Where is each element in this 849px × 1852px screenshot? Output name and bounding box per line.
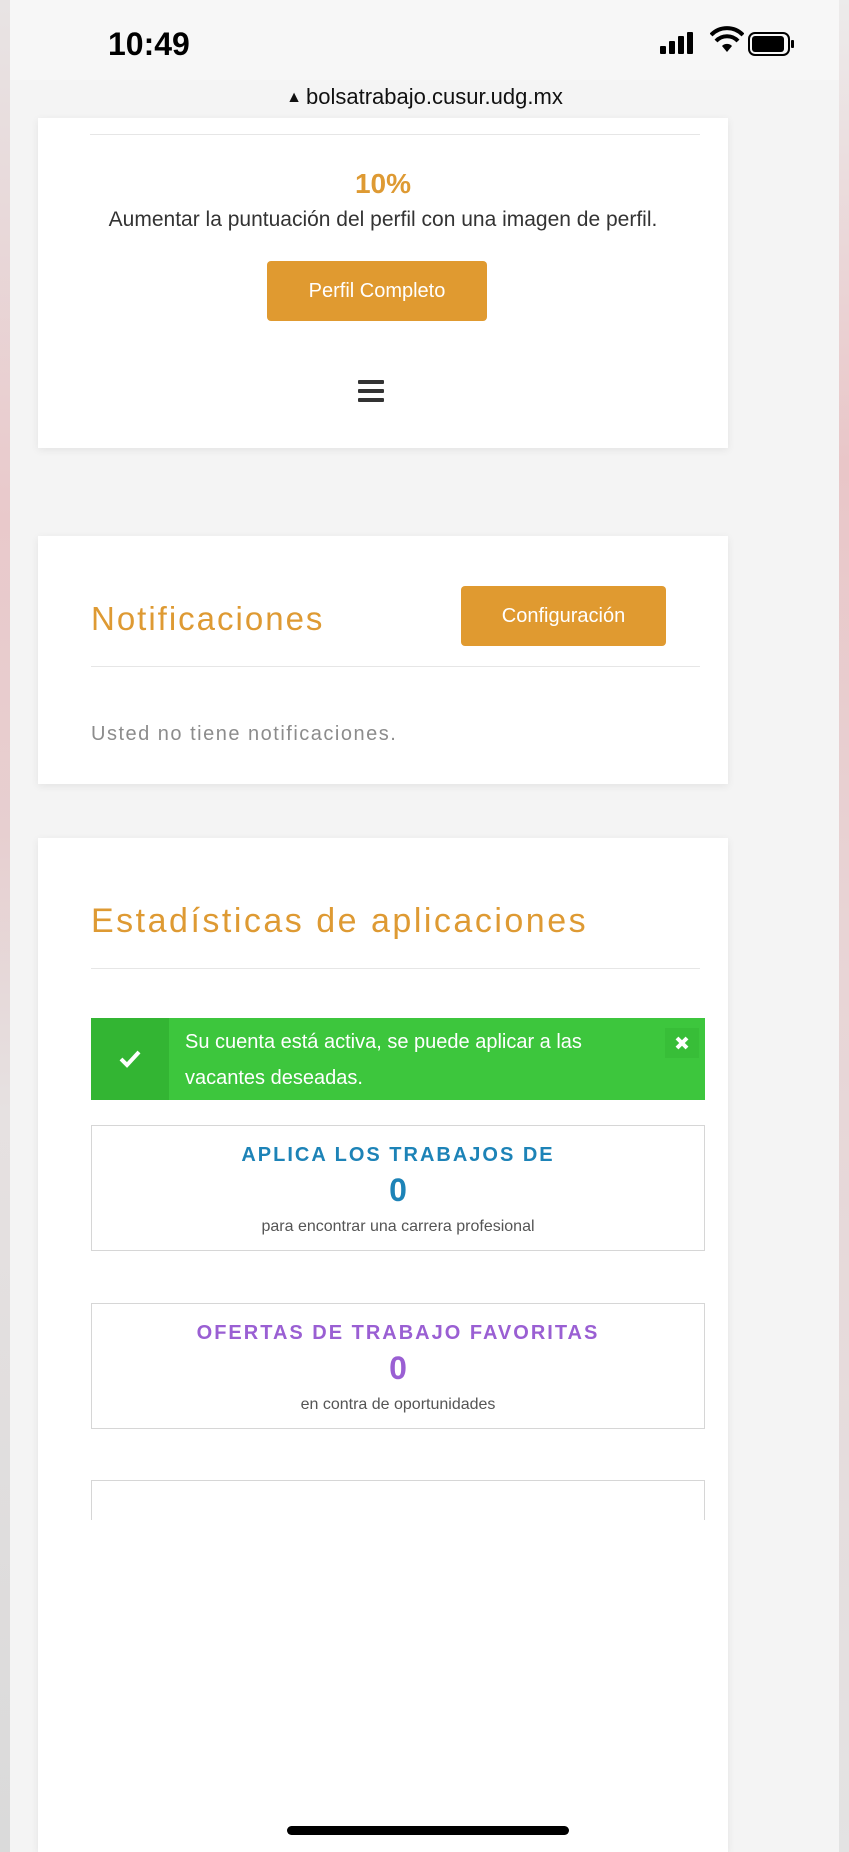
stat-description: para encontrar una carrera profesional	[261, 1218, 535, 1235]
configuration-button[interactable]: Configuración	[461, 586, 666, 646]
complete-profile-button[interactable]: Perfil Completo	[267, 261, 487, 321]
profile-percent: 10%	[354, 168, 412, 199]
divider	[91, 666, 700, 667]
address-bar[interactable]: ▲ bolsatrabajo.cusur.udg.mx	[10, 84, 839, 110]
lock-icon: ▲	[286, 89, 302, 106]
divider	[90, 134, 700, 135]
stat-count: 0	[389, 1172, 407, 1208]
stat-description: en contra de oportunidades	[300, 1396, 496, 1413]
next-stat-box-partial	[91, 1480, 705, 1520]
wifi-icon	[710, 26, 744, 52]
url-text: bolsatrabajo.cusur.udg.mx	[306, 84, 563, 109]
stats-title: Estadísticas de aplicaciones	[91, 902, 589, 940]
battery-icon	[748, 32, 794, 56]
signal-icon	[660, 32, 693, 54]
profile-score-card: 10% Aumentar la puntuación del perfil co…	[38, 118, 728, 448]
clock: 10:49	[108, 26, 190, 62]
hamburger-menu-icon[interactable]	[358, 380, 384, 402]
stat-label: APLICA LOS TRABAJOS DE	[241, 1144, 555, 1166]
alert-message: Su cuenta está activa, se puede aplicar …	[185, 1031, 582, 1089]
notifications-card: Notificaciones Configuración Usted no ti…	[38, 536, 728, 784]
home-indicator[interactable]	[287, 1826, 569, 1835]
notifications-title: Notificaciones	[91, 600, 325, 637]
close-icon[interactable]	[665, 1028, 699, 1058]
application-stats-card: Estadísticas de aplicaciones Su cuenta e…	[38, 838, 728, 1852]
notifications-empty-text: Usted no tiene notificaciones.	[91, 723, 398, 745]
account-active-alert: Su cuenta está activa, se puede aplicar …	[91, 1018, 705, 1100]
status-bar: 10:49 ▲ bolsatrabajo.cusur.udg.mx	[10, 0, 839, 109]
applied-jobs-stat: APLICA LOS TRABAJOS DE 0 para encontrar …	[91, 1125, 705, 1251]
check-icon	[91, 1018, 169, 1100]
profile-hint: Aumentar la puntuación del perfil con un…	[108, 208, 658, 231]
stat-count: 0	[389, 1350, 407, 1386]
divider	[91, 968, 700, 969]
stat-label: OFERTAS DE TRABAJO FAVORITAS	[196, 1322, 600, 1344]
favorite-jobs-stat: OFERTAS DE TRABAJO FAVORITAS 0 en contra…	[91, 1303, 705, 1429]
phone-screen: 10:49 ▲ bolsatrabajo.cusur.udg.mx 10% Aum…	[10, 0, 839, 1852]
